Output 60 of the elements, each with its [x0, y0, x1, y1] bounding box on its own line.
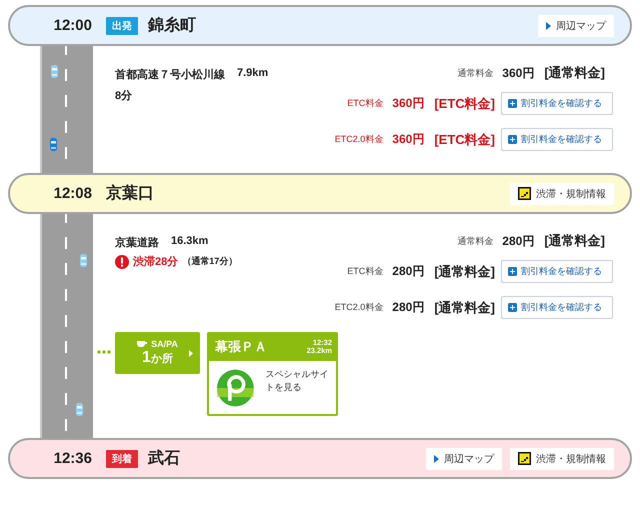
fare-price: 360円 [392, 131, 424, 148]
road-name: 京葉道路 [115, 236, 159, 250]
discount-check-button[interactable]: 割引料金を確認する [501, 296, 613, 319]
fare-label: ETC2.0料金 [334, 133, 384, 146]
parking-area-name: 幕張ＰＡ [215, 338, 267, 356]
discount-check-button[interactable]: 割引料金を確認する [501, 260, 613, 283]
duration: 8分 [115, 88, 134, 103]
station-time: 12:00 [52, 17, 92, 34]
discount-check-button[interactable]: 割引料金を確認する [501, 128, 613, 151]
station-name: 錦糸町 [148, 15, 196, 36]
car-icon [51, 65, 58, 78]
distance: 16.3km [171, 235, 208, 249]
plus-icon [508, 267, 517, 276]
traffic-info-button[interactable]: 渋滞・規制情報 [510, 448, 614, 470]
fare-label: ETC料金 [347, 265, 384, 278]
map-button[interactable]: 周辺マップ [538, 14, 614, 36]
car-icon [50, 138, 57, 151]
fare-label: ETC料金 [347, 97, 384, 110]
fare-type: [通常料金] [544, 232, 605, 250]
traffic-info-button[interactable]: 渋滞・規制情報 [510, 182, 614, 204]
plus-icon [508, 99, 517, 108]
cup-icon [137, 340, 148, 348]
fare-label: ETC2.0料金 [334, 301, 384, 314]
station-time: 12:08 [52, 185, 92, 202]
special-site-link[interactable]: スペシャルサイトを見る [266, 368, 330, 408]
fare-label: 通常料金 [457, 234, 494, 248]
station-name: 武石 [148, 448, 180, 469]
discount-check-button[interactable]: 割引料金を確認する [501, 92, 613, 115]
fare-type: [ETC料金] [434, 94, 495, 112]
fare-type: [通常料金] [544, 64, 605, 82]
station-name: 京葉口 [106, 183, 154, 204]
road-name: 首都高速７号小松川線 [115, 68, 225, 82]
dots-icon [97, 350, 111, 354]
car-icon [80, 254, 87, 267]
fare-type: [通常料金] [434, 262, 495, 280]
map-button[interactable]: 周辺マップ [426, 448, 502, 470]
station-time: 12:36 [52, 450, 92, 467]
traffic-jam-icon [518, 187, 531, 200]
fare-type: [通常料金] [434, 298, 495, 316]
fare-price: 280円 [502, 232, 534, 250]
fare-type: [ETC料金] [434, 130, 495, 148]
normal-duration: （通常17分） [182, 255, 238, 268]
fare-price: 280円 [392, 263, 424, 280]
fare-price: 280円 [392, 299, 424, 316]
plus-icon [508, 303, 517, 312]
station-badge: 到着 [106, 450, 138, 468]
station-badge: 出発 [106, 16, 138, 34]
p-logo-icon [217, 368, 254, 408]
plus-icon [508, 135, 517, 144]
car-icon [76, 403, 83, 416]
fare-price: 360円 [502, 64, 534, 82]
triangle-icon [434, 454, 439, 462]
distance: 7.9km [237, 67, 268, 81]
congestion-delay: 渋滞28分 [133, 254, 178, 269]
fare-label: 通常料金 [457, 66, 494, 80]
warning-icon [115, 254, 129, 268]
triangle-icon [546, 22, 551, 30]
traffic-jam-icon [518, 452, 531, 465]
arrow-icon [189, 350, 193, 357]
fare-price: 360円 [392, 95, 424, 112]
